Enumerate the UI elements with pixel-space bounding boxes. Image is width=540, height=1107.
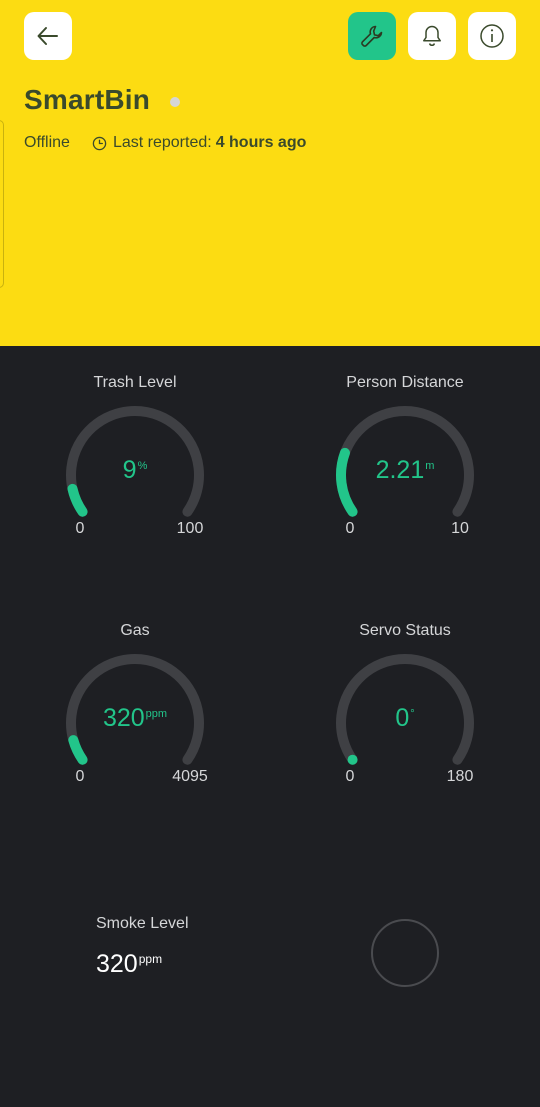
gauge-trash-level: Trash Level 9% 0 100 — [35, 374, 235, 564]
info-icon — [478, 22, 506, 50]
settings-button[interactable] — [348, 12, 396, 60]
device-title: SmartBin — [24, 84, 151, 115]
gauge-max: 4095 — [172, 768, 208, 785]
status-text: Offline — [24, 134, 70, 151]
gauge-label: Gas — [120, 622, 150, 639]
gauge-max: 180 — [446, 768, 474, 785]
smoke-level-value: 320ppm — [96, 950, 163, 978]
smoke-indicator-ring — [371, 919, 439, 987]
last-reported-label: Last reported: — [112, 134, 212, 151]
bell-icon — [419, 23, 445, 49]
device-header: SmartBin Offline Last reported: 4 hours … — [0, 0, 540, 346]
gauge-min: 0 — [75, 768, 85, 785]
gauge-value: 0° — [395, 704, 415, 732]
gauge-label: Person Distance — [346, 374, 464, 391]
back-button[interactable] — [24, 12, 72, 60]
gauge-servo-status: Servo Status 0° 0 180 — [305, 622, 505, 812]
last-reported-value: 4 hours ago — [215, 134, 307, 151]
back-arrow-icon — [35, 23, 61, 49]
gauge-value: 9% — [122, 456, 148, 484]
gauge-label: Trash Level — [93, 374, 177, 391]
connection-status-dot — [170, 97, 180, 107]
gauge-min: 0 — [345, 520, 355, 537]
gauge-min: 0 — [345, 768, 355, 785]
gauge-value: 2.21m — [375, 456, 435, 484]
gauge-value: 320ppm — [102, 704, 168, 732]
gauge-max: 100 — [176, 520, 204, 537]
gauge-max: 10 — [451, 520, 469, 537]
gauge-label: Servo Status — [359, 622, 451, 639]
clock-icon — [92, 136, 107, 151]
notifications-button[interactable] — [408, 12, 456, 60]
gauge-fill — [68, 735, 88, 765]
device-status-row: Offline Last reported: 4 hours ago — [24, 134, 306, 152]
smoke-level-label: Smoke Level — [96, 915, 189, 932]
gauge-person-distance: Person Distance 2.21m 0 10 — [305, 374, 505, 564]
gauge-gas: Gas 320ppm 0 4095 — [35, 622, 235, 812]
gauge-fill — [67, 483, 88, 517]
info-button[interactable] — [468, 12, 516, 60]
gauge-min: 0 — [75, 520, 85, 537]
wrench-icon — [358, 22, 386, 50]
side-drawer-handle[interactable] — [0, 120, 4, 288]
